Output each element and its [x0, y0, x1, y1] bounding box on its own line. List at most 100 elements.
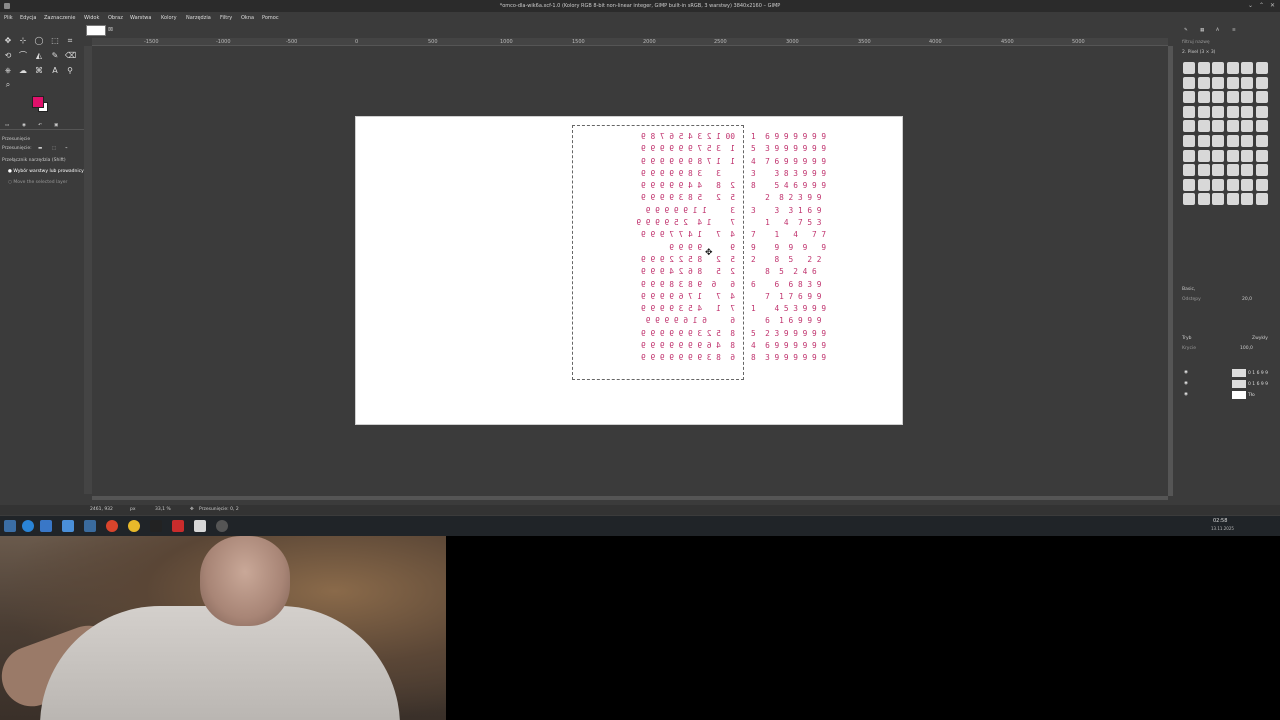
brush-thumbnail[interactable] — [1197, 178, 1210, 191]
vertical-scrollbar[interactable] — [1168, 46, 1173, 496]
brush-thumbnail[interactable] — [1183, 91, 1195, 104]
opacity-value[interactable]: 100,0 — [1240, 346, 1253, 351]
taskview-icon[interactable] — [40, 520, 52, 532]
brush-thumbnail[interactable] — [1197, 76, 1210, 89]
close-icon[interactable]: ✕ — [1270, 2, 1275, 9]
brush-thumbnail[interactable] — [1183, 135, 1195, 147]
menu-select[interactable]: Zaznaczenie — [44, 15, 75, 21]
brush-thumbnail[interactable] — [1241, 62, 1253, 74]
crop-tool-icon[interactable]: ⌗ — [65, 36, 75, 46]
move-mode-path-icon[interactable]: ⌁ — [65, 146, 68, 151]
app-icon[interactable] — [84, 520, 96, 532]
menu-windows[interactable]: Okna — [241, 15, 254, 21]
clock-date[interactable]: 13.11.2025 — [1211, 526, 1234, 531]
move-active-radio[interactable]: ○ Move the selected layer — [8, 180, 67, 185]
brush-thumbnail[interactable] — [1241, 120, 1253, 133]
brush-thumbnail[interactable] — [1226, 149, 1239, 162]
brush-thumbnail[interactable] — [1197, 91, 1210, 104]
brush-thumbnail[interactable] — [1226, 193, 1239, 206]
brush-thumbnail[interactable] — [1255, 193, 1268, 206]
brush-thumbnail[interactable] — [1255, 76, 1268, 89]
color-picker-icon[interactable]: ⚲ — [65, 66, 75, 76]
pick-layer-radio[interactable]: ● Wybór warstwy lub prowadnicy — [8, 169, 84, 174]
brush-filter-input[interactable]: filtruj nazwę — [1182, 40, 1210, 45]
brush-thumbnail[interactable] — [1197, 62, 1210, 74]
pdf-reader-icon[interactable] — [172, 520, 184, 532]
visibility-eye-icon[interactable]: ◉ — [1184, 381, 1188, 386]
paths-tool-icon[interactable]: ⌘ — [34, 66, 44, 76]
fonts-tab-icon[interactable]: A — [1216, 28, 1219, 33]
vivaldi-icon[interactable] — [106, 520, 118, 532]
brush-thumbnail[interactable] — [1212, 193, 1224, 206]
brush-thumbnail[interactable] — [1212, 178, 1224, 191]
brush-thumbnail[interactable] — [1197, 149, 1210, 162]
zoom-tool-icon[interactable]: ⌕ — [3, 80, 13, 90]
chrome-icon[interactable] — [128, 520, 140, 532]
close-tab-icon[interactable]: ⊠ — [108, 26, 113, 33]
brush-thumbnail[interactable] — [1183, 62, 1195, 74]
move-tool-icon[interactable]: ✥ — [3, 36, 13, 46]
brushes-tab-icon[interactable]: ✎ — [1184, 28, 1188, 33]
menu-view[interactable]: Widok — [84, 15, 99, 21]
brush-thumbnail[interactable] — [1183, 164, 1195, 177]
menu-filters[interactable]: Filtry — [220, 15, 232, 21]
document-icon[interactable] — [194, 520, 206, 532]
unit-select[interactable]: px — [130, 507, 136, 512]
menu-image[interactable]: Obraz — [108, 15, 123, 21]
brush-thumbnail[interactable] — [1241, 149, 1253, 162]
document-history-tab-icon[interactable]: ≡ — [1232, 28, 1236, 33]
mode-select[interactable]: Zwykły — [1252, 336, 1268, 341]
paintbrush-icon[interactable]: ✎ — [50, 51, 60, 61]
digit-grid-layer[interactable]: 1 6 9 9 9 9 9 9 5 3 9 9 9 9 9 9 4 7 6 9 … — [751, 131, 826, 365]
brush-thumbnail[interactable] — [1212, 105, 1224, 118]
menu-file[interactable]: Plik — [4, 15, 13, 21]
menu-help[interactable]: Pomoc — [262, 15, 279, 21]
clock-time[interactable]: 02:58 — [1213, 518, 1227, 524]
browser-icon[interactable] — [22, 520, 34, 532]
menu-edit[interactable]: Edycja — [20, 15, 37, 21]
brush-thumbnail[interactable] — [1183, 105, 1195, 118]
lasso-tool-icon[interactable]: ◯ — [34, 36, 44, 46]
brush-thumbnail[interactable] — [1241, 76, 1253, 89]
clone-tool-icon[interactable]: ⎈ — [3, 66, 13, 76]
brush-thumbnail[interactable] — [1226, 135, 1239, 147]
brush-thumbnail[interactable] — [1241, 91, 1253, 104]
align-tool-icon[interactable]: ⊹ — [18, 36, 28, 46]
layer-row[interactable]: ◉ 0 1 6 9 9 — [1182, 380, 1278, 390]
brush-thumbnail[interactable] — [1183, 193, 1195, 206]
menu-colors[interactable]: Kolory — [161, 15, 177, 21]
brush-thumbnail[interactable] — [1226, 164, 1239, 177]
horizontal-scrollbar[interactable] — [92, 496, 1168, 500]
layer-row[interactable]: ◉ 0 1 6 9 9 — [1182, 369, 1278, 379]
menu-layer[interactable]: Warstwa — [130, 15, 151, 21]
brush-thumbnail[interactable] — [1241, 164, 1253, 177]
brush-thumbnail[interactable] — [1241, 178, 1253, 191]
brush-thumbnail[interactable] — [1197, 164, 1210, 177]
menu-tools[interactable]: Narzędzia — [186, 15, 211, 21]
patterns-tab-icon[interactable]: ▦ — [1200, 28, 1204, 33]
brush-thumbnail[interactable] — [1183, 76, 1195, 89]
brush-thumbnail[interactable] — [1255, 164, 1268, 177]
warp-tool-icon[interactable]: ⌒ — [18, 51, 28, 61]
brush-thumbnail[interactable] — [1183, 178, 1195, 191]
move-mode-selection-icon[interactable]: ⬚ — [52, 146, 56, 151]
brush-thumbnail[interactable] — [1255, 135, 1268, 147]
foreground-color-swatch[interactable] — [32, 96, 44, 108]
brush-thumbnail[interactable] — [1226, 76, 1239, 89]
brush-thumbnail[interactable] — [1226, 62, 1239, 74]
brush-thumbnail[interactable] — [1212, 62, 1224, 74]
brush-thumbnail[interactable] — [1241, 105, 1253, 118]
brush-thumbnail[interactable] — [1212, 149, 1224, 162]
fuzzy-select-icon[interactable]: ⬚ — [50, 36, 60, 46]
tool-options-tab-icon[interactable]: ▭ — [5, 123, 9, 128]
brush-thumbnail[interactable] — [1212, 76, 1224, 89]
undo-history-tab-icon[interactable]: ↶ — [38, 123, 42, 128]
device-status-tab-icon[interactable]: ◉ — [22, 123, 26, 128]
brush-thumbnail[interactable] — [1212, 135, 1224, 147]
brush-thumbnail[interactable] — [1183, 120, 1195, 133]
brush-thumbnail[interactable] — [1183, 149, 1195, 162]
text-tool-icon[interactable]: A — [50, 66, 60, 76]
brush-thumbnail[interactable] — [1241, 193, 1253, 206]
brush-thumbnail[interactable] — [1241, 135, 1253, 147]
image-tab-thumbnail[interactable] — [86, 25, 106, 36]
